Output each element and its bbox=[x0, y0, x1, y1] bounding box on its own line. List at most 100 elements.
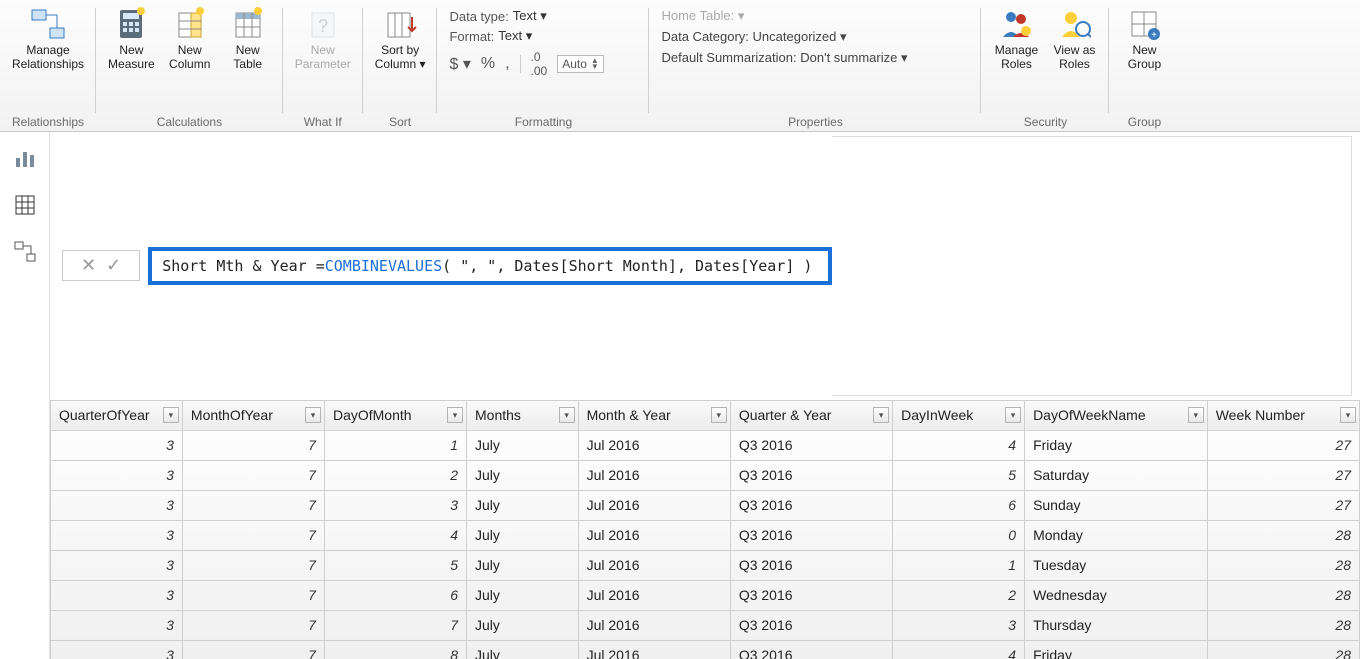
cell-down[interactable]: Wednesday bbox=[1025, 580, 1208, 610]
column-header-mon[interactable]: Months▾ bbox=[467, 400, 579, 430]
cell-m[interactable]: 7 bbox=[182, 490, 324, 520]
cancel-formula-button[interactable]: ✕ bbox=[81, 255, 96, 276]
percent-button[interactable]: % bbox=[481, 55, 495, 73]
table-row[interactable]: 371JulyJul 2016Q3 20164Friday27 bbox=[51, 430, 1360, 460]
cell-down[interactable]: Friday bbox=[1025, 640, 1208, 659]
cell-d[interactable]: 8 bbox=[324, 640, 466, 659]
cell-diw[interactable]: 5 bbox=[893, 460, 1025, 490]
filter-dropdown-icon[interactable]: ▾ bbox=[873, 407, 889, 423]
table-row[interactable]: 378JulyJul 2016Q3 20164Friday28 bbox=[51, 640, 1360, 659]
cell-m[interactable]: 7 bbox=[182, 580, 324, 610]
thousands-button[interactable]: , bbox=[505, 55, 509, 73]
cell-wn[interactable]: 27 bbox=[1207, 430, 1359, 460]
data-grid[interactable]: QuarterOfYear▾MonthOfYear▾DayOfMonth▾Mon… bbox=[50, 400, 1360, 659]
column-header-my[interactable]: Month & Year▾ bbox=[578, 400, 730, 430]
cell-mon[interactable]: July bbox=[467, 460, 579, 490]
cell-my[interactable]: Jul 2016 bbox=[578, 520, 730, 550]
cell-my[interactable]: Jul 2016 bbox=[578, 490, 730, 520]
table-row[interactable]: 373JulyJul 2016Q3 20166Sunday27 bbox=[51, 490, 1360, 520]
cell-qy[interactable]: Q3 2016 bbox=[730, 550, 892, 580]
cell-mon[interactable]: July bbox=[467, 430, 579, 460]
cell-diw[interactable]: 3 bbox=[893, 610, 1025, 640]
cell-q[interactable]: 3 bbox=[51, 550, 183, 580]
cell-m[interactable]: 7 bbox=[182, 550, 324, 580]
cell-qy[interactable]: Q3 2016 bbox=[730, 430, 892, 460]
cell-q[interactable]: 3 bbox=[51, 460, 183, 490]
default-summarization-dropdown[interactable]: Default Summarization: Don't summarize ▾ bbox=[661, 50, 969, 66]
cell-qy[interactable]: Q3 2016 bbox=[730, 580, 892, 610]
cell-d[interactable]: 6 bbox=[324, 580, 466, 610]
table-row[interactable]: 376JulyJul 2016Q3 20162Wednesday28 bbox=[51, 580, 1360, 610]
cell-down[interactable]: Friday bbox=[1025, 430, 1208, 460]
cell-wn[interactable]: 28 bbox=[1207, 550, 1359, 580]
cell-q[interactable]: 3 bbox=[51, 610, 183, 640]
new-group-button[interactable]: + New Group bbox=[1115, 4, 1173, 74]
cell-m[interactable]: 7 bbox=[182, 520, 324, 550]
filter-dropdown-icon[interactable]: ▾ bbox=[305, 407, 321, 423]
column-header-wn[interactable]: Week Number▾ bbox=[1207, 400, 1359, 430]
home-table-dropdown[interactable]: Home Table: ▾ bbox=[661, 8, 969, 24]
datatype-dropdown[interactable]: Data type: Text ▾ bbox=[449, 8, 637, 24]
cell-diw[interactable]: 2 bbox=[893, 580, 1025, 610]
filter-dropdown-icon[interactable]: ▾ bbox=[711, 407, 727, 423]
cell-mon[interactable]: July bbox=[467, 520, 579, 550]
cell-qy[interactable]: Q3 2016 bbox=[730, 460, 892, 490]
cell-qy[interactable]: Q3 2016 bbox=[730, 490, 892, 520]
column-header-q[interactable]: QuarterOfYear▾ bbox=[51, 400, 183, 430]
cell-m[interactable]: 7 bbox=[182, 430, 324, 460]
cell-down[interactable]: Saturday bbox=[1025, 460, 1208, 490]
cell-my[interactable]: Jul 2016 bbox=[578, 580, 730, 610]
cell-d[interactable]: 7 bbox=[324, 610, 466, 640]
cell-my[interactable]: Jul 2016 bbox=[578, 430, 730, 460]
cell-d[interactable]: 4 bbox=[324, 520, 466, 550]
column-header-d[interactable]: DayOfMonth▾ bbox=[324, 400, 466, 430]
new-column-button[interactable]: New Column bbox=[161, 4, 219, 74]
cell-d[interactable]: 2 bbox=[324, 460, 466, 490]
cell-diw[interactable]: 4 bbox=[893, 640, 1025, 659]
manage-roles-button[interactable]: Manage Roles bbox=[987, 4, 1045, 74]
filter-dropdown-icon[interactable]: ▾ bbox=[1188, 407, 1204, 423]
cell-mon[interactable]: July bbox=[467, 490, 579, 520]
cell-wn[interactable]: 27 bbox=[1207, 490, 1359, 520]
cell-my[interactable]: Jul 2016 bbox=[578, 460, 730, 490]
cell-mon[interactable]: July bbox=[467, 580, 579, 610]
cell-wn[interactable]: 27 bbox=[1207, 460, 1359, 490]
cell-qy[interactable]: Q3 2016 bbox=[730, 520, 892, 550]
column-header-down[interactable]: DayOfWeekName▾ bbox=[1025, 400, 1208, 430]
cell-qy[interactable]: Q3 2016 bbox=[730, 610, 892, 640]
cell-mon[interactable]: July bbox=[467, 640, 579, 659]
cell-d[interactable]: 1 bbox=[324, 430, 466, 460]
table-row[interactable]: 375JulyJul 2016Q3 20161Tuesday28 bbox=[51, 550, 1360, 580]
cell-wn[interactable]: 28 bbox=[1207, 640, 1359, 659]
cell-qy[interactable]: Q3 2016 bbox=[730, 640, 892, 659]
cell-d[interactable]: 3 bbox=[324, 490, 466, 520]
filter-dropdown-icon[interactable]: ▾ bbox=[1340, 407, 1356, 423]
manage-relationships-button[interactable]: Manage Relationships bbox=[6, 4, 90, 74]
table-row[interactable]: 372JulyJul 2016Q3 20165Saturday27 bbox=[51, 460, 1360, 490]
cell-m[interactable]: 7 bbox=[182, 610, 324, 640]
currency-button[interactable]: $ ▾ bbox=[449, 54, 470, 74]
cell-m[interactable]: 7 bbox=[182, 640, 324, 659]
data-view-button[interactable] bbox=[13, 193, 37, 220]
cell-wn[interactable]: 28 bbox=[1207, 580, 1359, 610]
data-category-dropdown[interactable]: Data Category: Uncategorized ▾ bbox=[661, 29, 969, 45]
cell-q[interactable]: 3 bbox=[51, 640, 183, 659]
formula-input[interactable]: Short Mth & Year = COMBINEVALUES ( ", ",… bbox=[148, 247, 832, 285]
filter-dropdown-icon[interactable]: ▾ bbox=[559, 407, 575, 423]
cell-down[interactable]: Sunday bbox=[1025, 490, 1208, 520]
cell-q[interactable]: 3 bbox=[51, 490, 183, 520]
new-table-button[interactable]: New Table bbox=[219, 4, 277, 74]
cell-down[interactable]: Tuesday bbox=[1025, 550, 1208, 580]
table-row[interactable]: 377JulyJul 2016Q3 20163Thursday28 bbox=[51, 610, 1360, 640]
cell-m[interactable]: 7 bbox=[182, 460, 324, 490]
cell-mon[interactable]: July bbox=[467, 550, 579, 580]
cell-q[interactable]: 3 bbox=[51, 430, 183, 460]
cell-d[interactable]: 5 bbox=[324, 550, 466, 580]
cell-diw[interactable]: 1 bbox=[893, 550, 1025, 580]
filter-dropdown-icon[interactable]: ▾ bbox=[447, 407, 463, 423]
view-as-roles-button[interactable]: View as Roles bbox=[1045, 4, 1103, 74]
new-parameter-button[interactable]: ? New Parameter bbox=[289, 4, 357, 74]
formula-bar-extent[interactable] bbox=[832, 136, 1352, 396]
new-measure-button[interactable]: New Measure bbox=[102, 4, 161, 74]
cell-diw[interactable]: 6 bbox=[893, 490, 1025, 520]
